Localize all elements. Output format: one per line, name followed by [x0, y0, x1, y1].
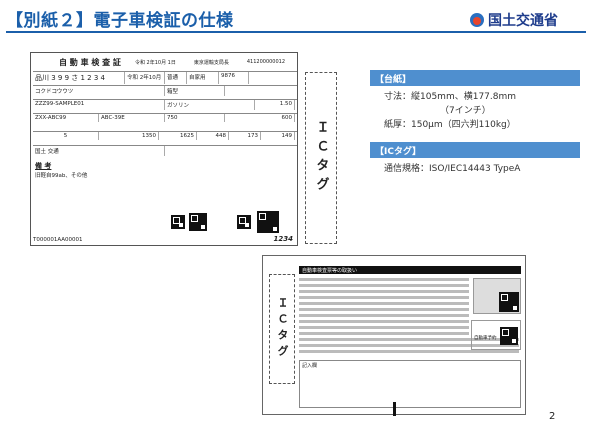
qr-code-icon [257, 211, 279, 233]
ic-tag-label: ＩＣタグ [313, 120, 329, 196]
size-spec: 寸法：縦105mm、横177.8mm [384, 92, 517, 102]
chassis-no: ZXX-ABC99 [33, 114, 99, 122]
ic-tag-area-back: ＩＣタグ [269, 274, 295, 384]
note-line [299, 326, 469, 329]
ic-standard-spec: 通信規格：ISO/IEC14443 TypeA [384, 164, 521, 174]
mlit-emblem-icon [470, 13, 484, 27]
note-line [299, 332, 469, 335]
reg-date: 令和 2年10月 [125, 72, 165, 84]
model-code: ZZZ99-SAMPLE01 [33, 100, 165, 110]
note-line [299, 296, 469, 299]
ic-tag-header: 【ICタグ】 [370, 142, 580, 158]
use-type: 普通 [165, 72, 187, 84]
cert-row-plate: 品川 3 9 9 さ 1 2 3 4 令和 2年10月 普通 自家用 9876 [33, 71, 297, 84]
seats: 600 [225, 114, 295, 122]
notes-header: 自動車検査票等の取扱い [299, 266, 521, 274]
remarks-text: 旧軽自99ab、その他 [35, 173, 88, 179]
dim-value: 1350 [99, 132, 159, 140]
page-title: 【別紙２】電子車検証の仕様 [6, 11, 234, 31]
qr-code-icon [171, 215, 185, 229]
inspection-cert-back: ＩＣタグ 自動車検査票等の取扱い 自動車予約 記入欄 [262, 255, 526, 416]
note-line [299, 278, 469, 281]
note-line [299, 308, 469, 311]
dim-value: 173 [229, 132, 261, 140]
note-line [299, 284, 469, 287]
inspection-cert-front: 自 動 車 検 査 証 令和 2年10月 1日 東京運輸支局長 41120000… [30, 52, 298, 246]
logo-text: 国土交通省 [488, 13, 558, 29]
qr-code-icon [499, 292, 519, 312]
dim-value: 1625 [159, 132, 197, 140]
mlit-logo: 国土交通省 [470, 10, 558, 30]
footer-code: 1234 [273, 235, 293, 243]
note-line [299, 290, 469, 293]
reservation-label: 自動車予約 [474, 336, 497, 341]
plate-number: 品川 3 9 9 さ 1 2 3 4 [33, 72, 125, 84]
binding-mark [393, 402, 396, 416]
note-line [299, 302, 469, 305]
dim-value: 5 [33, 132, 99, 140]
note-line [299, 314, 469, 317]
cert-row-name: コクドコウウツ 箱型 [33, 85, 297, 96]
capacity: 9876 [219, 72, 249, 84]
car-name: コクドコウウツ [33, 86, 165, 96]
base-paper-header: 【台紙】 [370, 70, 580, 86]
cert-row-chassis: ZXX-ABC99 ABC-39E 750 600 [33, 113, 297, 122]
cert-header: 自 動 車 検 査 証 令和 2年10月 1日 東京運輸支局長 41120000… [31, 53, 297, 71]
page-number: 2 [549, 411, 556, 422]
qr-code-icon [189, 213, 207, 231]
cert-row-dims: 5 1350 1625 448 173 149 [33, 131, 297, 140]
fuel-type: ガソリン [165, 100, 255, 110]
purpose: 自家用 [187, 72, 219, 84]
memo-area: 記入欄 [299, 360, 521, 408]
dim-value: 149 [261, 132, 295, 140]
note-line [299, 320, 469, 323]
cert-office: 東京運輸支局長 [193, 59, 229, 66]
owner-name: 国土 交通 [33, 146, 165, 156]
cert-date: 令和 2年10月 1日 [134, 59, 176, 66]
reservation-box: 自動車予約 [471, 320, 521, 350]
footer-serial: T000001AA00001 [33, 237, 83, 243]
cert-number: 411200000012 [246, 59, 286, 65]
cert-row-model: ZZZ99-SAMPLE01 ガソリン 1.50 [33, 99, 297, 110]
chassis-no-2: ABC-39E [99, 114, 165, 122]
ic-tag-area: ＩＣタグ [305, 72, 337, 244]
weight: 750 [165, 114, 225, 122]
paper-thickness-spec: 紙厚：150μm（四六判110kg） [384, 120, 516, 130]
body-type: 箱型 [165, 86, 225, 96]
title-rule [6, 31, 586, 33]
memo-label: 記入欄 [302, 363, 318, 369]
remarks-label: 備 考 [35, 162, 52, 170]
qr-code-icon [500, 327, 518, 345]
displacement: 1.50 [255, 100, 295, 110]
note-line [299, 350, 519, 353]
dim-value: 448 [197, 132, 229, 140]
qr-code-icon [237, 215, 251, 229]
cert-row-owner: 国土 交通 [33, 145, 297, 156]
inch-spec: （7インチ） [440, 106, 491, 116]
cert-title: 自 動 車 検 査 証 [59, 57, 121, 67]
ic-tag-label-back: ＩＣタグ [276, 297, 289, 361]
